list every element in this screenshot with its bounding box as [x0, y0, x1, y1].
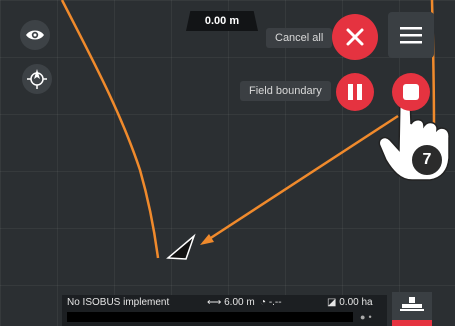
- machine-icon: [400, 297, 424, 311]
- track-line-right: [202, 114, 399, 245]
- status-row: No ISOBUS implement ⟷ 6.00 m ◔ -.-- ◪ 0.…: [62, 295, 387, 310]
- area-value: 0.00 ha: [339, 297, 373, 308]
- track-line-left: [60, 0, 160, 259]
- vehicle-position-icon: [166, 233, 196, 260]
- rate-value: -.--: [268, 297, 282, 308]
- pause-icon: [348, 84, 362, 100]
- dot-icon: •: [368, 312, 372, 322]
- application-rate: ◔ -.--: [260, 297, 282, 308]
- rate-icon: ◔: [260, 297, 267, 308]
- section-bar: [67, 312, 353, 322]
- close-icon: [346, 28, 364, 46]
- cancel-all-label: Cancel all: [266, 28, 333, 48]
- machine-status-strip: [392, 320, 432, 326]
- stop-record-icon: [403, 84, 419, 100]
- visibility-button[interactable]: [20, 20, 50, 50]
- working-width-value: 6.00 m: [224, 297, 255, 308]
- implement-name: No ISOBUS implement: [67, 297, 170, 308]
- drop-icon: ●: [360, 312, 366, 322]
- stop-recording-button[interactable]: [392, 73, 430, 111]
- track-arrowhead: [200, 234, 214, 245]
- working-width: ⟷ 6.00 m: [207, 297, 255, 308]
- area-icon: ◪: [327, 297, 337, 308]
- compass-button[interactable]: [22, 64, 52, 94]
- cancel-all-button[interactable]: [332, 14, 378, 60]
- width-icon: ⟷: [207, 297, 222, 308]
- main-menu-button[interactable]: [388, 12, 434, 58]
- compass-icon: [27, 69, 47, 89]
- worked-area: ◪ 0.00 ha: [327, 297, 373, 308]
- pause-recording-button[interactable]: [336, 73, 374, 111]
- status-bar: No ISOBUS implement ⟷ 6.00 m ◔ -.-- ◪ 0.…: [62, 295, 387, 326]
- tutorial-step-badge: 7: [410, 143, 444, 177]
- hamburger-menu-icon: [400, 27, 422, 44]
- status-indicator: ● •: [360, 312, 380, 322]
- field-boundary-label: Field boundary: [240, 81, 331, 101]
- machine-button[interactable]: [392, 292, 432, 326]
- map-overlay: [60, 0, 450, 260]
- distance-readout: 0.00 m: [186, 11, 258, 31]
- eye-icon: [26, 30, 44, 40]
